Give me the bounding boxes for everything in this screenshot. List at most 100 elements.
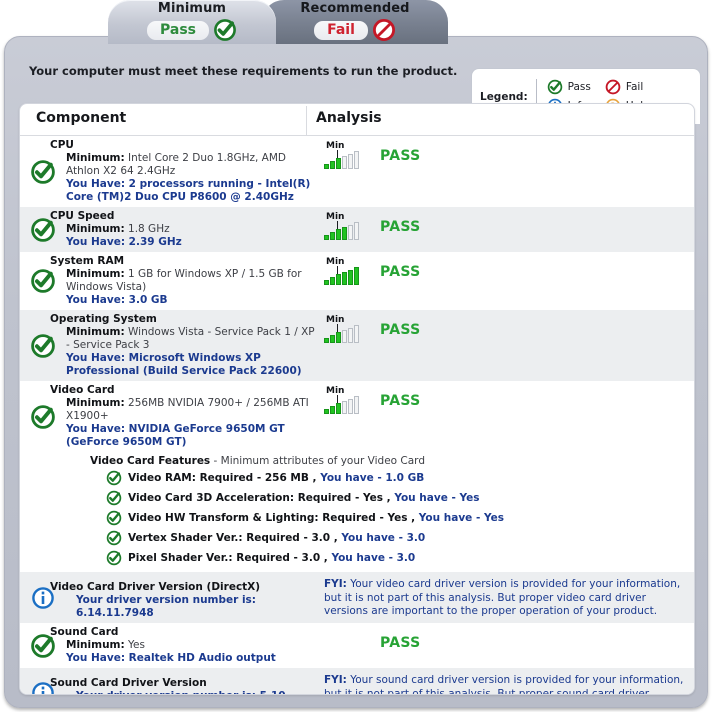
meter-bar xyxy=(354,396,359,414)
row-details: CPU Minimum: Intel Core 2 Duo 1.8GHz, AMD… xyxy=(50,139,324,204)
meter-bars xyxy=(324,325,359,343)
tab-minimum[interactable]: Minimum Pass xyxy=(108,0,276,44)
meter-bar xyxy=(324,164,329,169)
check-circle-icon xyxy=(106,510,122,526)
meter-bar xyxy=(324,235,329,240)
minimum-requirement: Minimum: 1 GB for Windows XP / 1.5 GB fo… xyxy=(66,268,302,293)
no-entry-icon xyxy=(372,18,396,42)
meter-bar xyxy=(336,229,341,240)
meter-bar xyxy=(348,154,353,169)
row-result: PASS xyxy=(380,313,694,378)
row-details: System RAM Minimum: 1 GB for Windows XP /… xyxy=(50,255,324,307)
meter-min-label: Min xyxy=(326,212,345,222)
component-name: Video Card Driver Version (DirectX) xyxy=(50,581,261,593)
meter-min-label: Min xyxy=(326,257,345,267)
analysis-meter: Min xyxy=(324,386,374,414)
table-row-info: Sound Card Driver VersionYour driver ver… xyxy=(20,668,694,694)
row-result: PASS xyxy=(380,139,694,204)
you-have-value: You Have: 3.0 GB xyxy=(66,294,168,306)
feature-name: Video Card 3D Acceleration xyxy=(128,492,290,504)
row-meter: Min xyxy=(324,384,380,449)
meter-bar xyxy=(342,272,347,285)
table-row-info: Video Card Driver Version (DirectX) Your … xyxy=(20,572,694,623)
meter-bar xyxy=(324,280,329,285)
feature-row: Video RAM: Required - 256 MB , You have … xyxy=(106,468,694,488)
video-card-features: Video Card Features - Minimum attributes… xyxy=(20,452,694,572)
meter-bars xyxy=(324,222,359,240)
table-row: System RAM Minimum: 1 GB for Windows XP /… xyxy=(20,252,694,310)
meter-bar xyxy=(354,151,359,169)
meter-bar xyxy=(336,274,341,285)
column-header-component: Component xyxy=(36,110,127,126)
meter-bar xyxy=(336,403,341,414)
check-circle-icon xyxy=(213,18,237,42)
row-fyi: FYI: Your sound card driver version is p… xyxy=(324,671,694,694)
feature-you-have: You have - 3.0 xyxy=(331,552,416,564)
check-circle-icon xyxy=(106,550,122,566)
minimum-requirement: Minimum: Intel Core 2 Duo 1.8GHz, AMD At… xyxy=(66,152,287,177)
row-meter: Min xyxy=(324,210,380,249)
meter-bars xyxy=(324,151,359,169)
you-have-value: You Have: Microsoft Windows XP Professio… xyxy=(66,352,302,377)
feature-you-have: You have - Yes xyxy=(418,512,504,524)
meter-bar xyxy=(342,227,347,240)
check-circle-icon xyxy=(30,159,56,185)
meter-bar xyxy=(336,158,341,169)
feature-name: Vertex Shader Ver. xyxy=(128,532,239,544)
legend-item-fail: Fail xyxy=(605,79,675,95)
result-badge: PASS xyxy=(380,635,421,651)
meter-bar xyxy=(342,330,347,343)
feature-you-have: You have - 3.0 xyxy=(341,532,426,544)
requirements-table: Component Analysis CPU Minimum: Intel Cor… xyxy=(19,103,695,695)
legend-label: Legend: xyxy=(480,90,528,103)
table-row: CPU Speed Minimum: 1.8 GHz You Have: 2.39 … xyxy=(20,207,694,252)
meter-bar xyxy=(354,267,359,285)
analysis-meter: Min xyxy=(324,141,374,169)
meter-bar xyxy=(354,325,359,343)
main-panel: Your computer must meet these requiremen… xyxy=(4,36,708,708)
row-meter: Min xyxy=(324,255,380,307)
tab-recommended-label: Recommended xyxy=(300,1,410,16)
feature-text: Video Card 3D Acceleration: Required - Y… xyxy=(128,492,480,504)
meter-bar xyxy=(354,222,359,240)
row-details: Sound Card Minimum: Yes You Have: Realtek … xyxy=(50,626,324,665)
minimum-requirement: Minimum: 1.8 GHz xyxy=(66,223,170,235)
component-name: System RAM xyxy=(50,255,125,267)
row-meter: Min xyxy=(324,313,380,378)
tab-recommended[interactable]: Recommended Fail xyxy=(262,0,448,44)
requirements-message: Your computer must meet these requiremen… xyxy=(29,64,458,78)
result-badge: PASS xyxy=(380,393,421,409)
feature-row: Vertex Shader Ver.: Required - 3.0 , You… xyxy=(106,528,694,548)
meter-min-label: Min xyxy=(326,141,345,151)
header-divider xyxy=(306,106,307,136)
feature-text: Video RAM: Required - 256 MB , You have … xyxy=(128,472,425,484)
tab-recommended-status: Fail xyxy=(262,18,448,42)
table-row: Sound Card Minimum: Yes You Have: Realtek … xyxy=(20,623,694,668)
row-details: Video Card Driver Version (DirectX) Your … xyxy=(50,575,324,620)
feature-row: Video HW Transform & Lighting: Required … xyxy=(106,508,694,528)
meter-bar xyxy=(336,332,341,343)
meter-bar xyxy=(348,328,353,343)
check-circle-icon xyxy=(106,470,122,486)
check-circle-icon xyxy=(30,333,56,359)
meter-bar xyxy=(330,161,335,169)
row-result: PASS xyxy=(380,210,694,249)
feature-text: Vertex Shader Ver.: Required - 3.0 , You… xyxy=(128,532,426,544)
analysis-meter: Min xyxy=(324,257,374,285)
meter-bar xyxy=(330,406,335,414)
legend-item-pass: Pass xyxy=(547,79,591,95)
table-rows: CPU Minimum: Intel Core 2 Duo 1.8GHz, AMD… xyxy=(20,136,694,694)
check-circle-icon xyxy=(30,268,56,294)
feature-you-have: You have - Yes xyxy=(394,492,480,504)
result-badge: PASS xyxy=(380,322,421,338)
tab-recommended-status-pill: Fail xyxy=(314,20,368,40)
feature-you-have: You have - 1.0 GB xyxy=(320,472,425,484)
table-row: Video Card Minimum: 256MB NVIDIA 7900+ / … xyxy=(20,381,694,452)
you-have-value: You Have: NVIDIA GeForce 9650M GT (GeFor… xyxy=(66,423,285,448)
feature-name: Video RAM xyxy=(128,472,192,484)
tab-minimum-status: Pass xyxy=(108,18,276,42)
legend-label-pass: Pass xyxy=(567,81,591,93)
result-badge: PASS xyxy=(380,219,421,235)
component-name: CPU xyxy=(50,139,74,151)
meter-bar xyxy=(324,338,329,343)
